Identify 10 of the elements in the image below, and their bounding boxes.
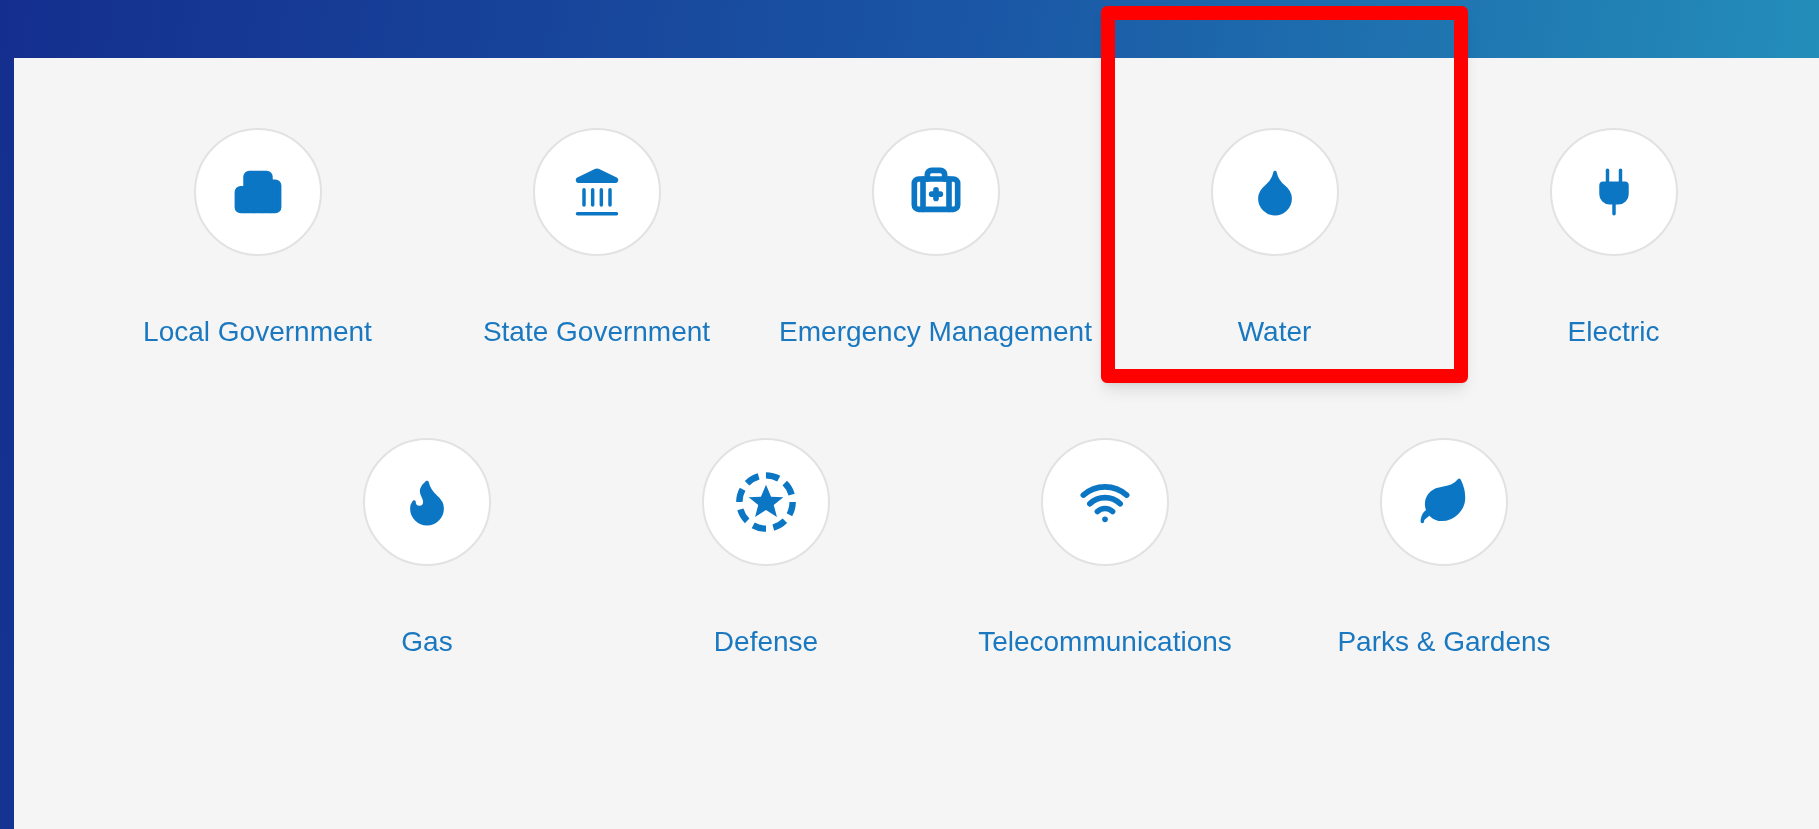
category-label[interactable]: Defense	[606, 611, 926, 672]
star-in-circle-icon	[734, 470, 798, 534]
category-label[interactable]: Water	[1114, 301, 1435, 362]
category-label[interactable]: State Government	[436, 301, 757, 362]
category-label[interactable]: Emergency Management	[775, 301, 1096, 362]
category-label[interactable]: Telecommunications	[945, 611, 1265, 672]
category-label[interactable]: Gas	[267, 611, 587, 672]
category-label[interactable]: Electric	[1453, 301, 1774, 362]
category-label[interactable]: Local Government	[97, 301, 418, 362]
category-label[interactable]: Parks & Gardens	[1284, 611, 1604, 672]
